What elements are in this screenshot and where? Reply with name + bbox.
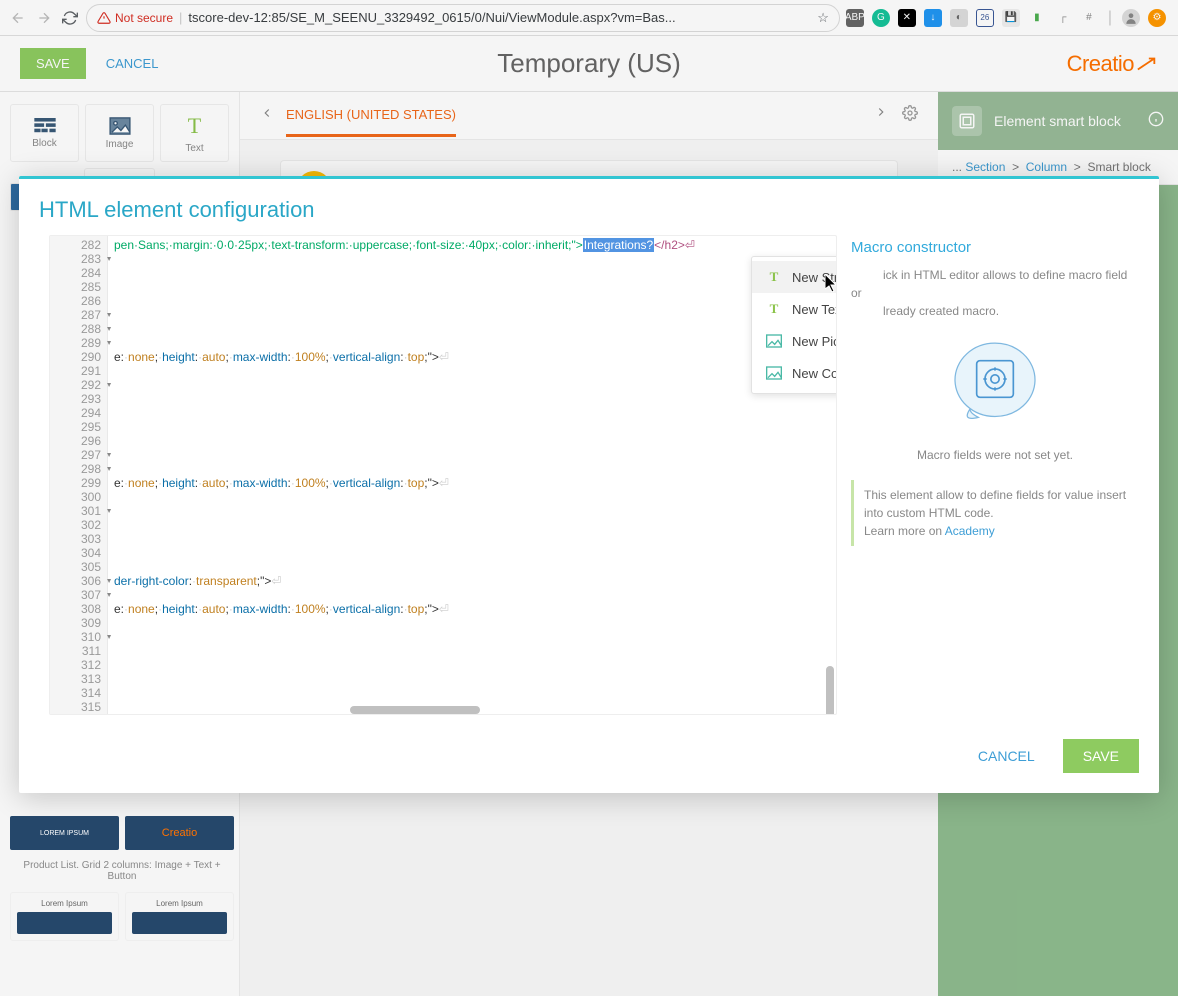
cancel-button[interactable]: CANCEL [106, 56, 159, 71]
macro-empty-text: Macro fields were not set yet. [851, 448, 1139, 462]
ctx-new-picture[interactable]: New Picture [752, 325, 837, 357]
security-warning-text: Not secure [115, 11, 173, 25]
language-tab[interactable]: ENGLISH (UNITED STATES) [286, 107, 456, 137]
ext-download-icon[interactable]: ↓ [924, 9, 942, 27]
text-t-icon: T [766, 269, 782, 285]
address-bar[interactable]: Not secure | tscore-dev-12:85/SE_M_SEENU… [86, 4, 840, 32]
extension-icons: ABP G ✕ ↓ ◐ 26 💾 ▮ ┌ # | ⚙ [846, 9, 1170, 27]
ext-calendar-icon[interactable]: 26 [976, 9, 994, 27]
palette-text[interactable]: T Text [160, 104, 229, 162]
template-thumbnails: LOREM IPSUM Creatio Product List. Grid 2… [10, 816, 234, 941]
picture-icon [766, 333, 782, 349]
ctx-new-color[interactable]: New Color [752, 357, 837, 389]
ext-save-icon[interactable]: 💾 [1002, 9, 1020, 27]
modal-save-button[interactable]: SAVE [1063, 739, 1139, 773]
modal-title: HTML element configuration [19, 179, 1159, 235]
macro-description: XXXXick in HTML editor allows to define … [851, 266, 1139, 320]
ext-adblock-icon[interactable]: ABP [846, 9, 864, 27]
html-config-modal: HTML element configuration 2822832842852… [19, 176, 1159, 793]
thumb-card-2[interactable]: Lorem Ipsum [125, 892, 234, 941]
breadcrumb-section[interactable]: Section [965, 160, 1005, 174]
nav-forward-icon[interactable] [34, 8, 54, 28]
ext-grid-icon[interactable]: # [1080, 9, 1098, 27]
ext-grammarly-icon[interactable]: G [872, 9, 890, 27]
ctx-new-text[interactable]: T New Text [752, 293, 837, 325]
code-content[interactable]: pen·Sans;·margin:·0·0·25px;·text-transfo… [108, 236, 836, 714]
macro-panel: Macro constructor XXXXick in HTML editor… [849, 235, 1149, 715]
smartblock-icon [952, 106, 982, 136]
macro-title: Macro constructor [851, 239, 1139, 256]
ext-green-icon[interactable]: ▮ [1028, 9, 1046, 27]
palette-image[interactable]: Image [85, 104, 154, 162]
url-text: tscore-dev-12:85/SE_M_SEENU_3329492_0615… [188, 10, 675, 25]
security-warning-icon: Not secure [97, 11, 173, 25]
palette-block[interactable]: Block [10, 104, 79, 162]
text-t-icon: T [766, 301, 782, 317]
thumb-card-1[interactable]: Lorem Ipsum [10, 892, 119, 941]
modal-cancel-button[interactable]: CANCEL [964, 739, 1049, 773]
save-button[interactable]: SAVE [20, 48, 86, 79]
info-icon[interactable] [1148, 111, 1164, 132]
ext-ruler-icon[interactable]: ┌ [1054, 9, 1072, 27]
page-title: Temporary (US) [497, 48, 680, 79]
ext-gray-icon[interactable]: ◐ [950, 9, 968, 27]
code-editor[interactable]: 2822832842852862872882892902912922932942… [49, 235, 837, 715]
nav-back-icon[interactable] [8, 8, 28, 28]
thumb-lorem[interactable]: LOREM IPSUM [10, 816, 119, 850]
gear-icon[interactable] [902, 105, 918, 126]
chevron-right-icon[interactable] [874, 105, 888, 126]
academy-link[interactable]: Academy [945, 524, 995, 538]
ext-orange-icon[interactable]: ⚙ [1148, 9, 1166, 27]
color-icon [766, 365, 782, 381]
breadcrumb-column[interactable]: Column [1026, 160, 1067, 174]
code-gutter: 2822832842852862872882892902912922932942… [50, 236, 108, 714]
creatio-logo: Creatio [1067, 51, 1158, 77]
nav-reload-icon[interactable] [60, 8, 80, 28]
ctx-new-string[interactable]: T New String [752, 261, 837, 293]
avatar-icon[interactable] [1122, 9, 1140, 27]
app-header: SAVE CANCEL Temporary (US) Creatio [0, 36, 1178, 92]
language-bar: ENGLISH (UNITED STATES) [240, 92, 938, 140]
chevron-left-icon[interactable] [260, 106, 274, 125]
thumb-caption: Product List. Grid 2 columns: Image + Te… [10, 856, 234, 892]
macro-info-box: This element allow to define fields for … [851, 480, 1139, 546]
vertical-scrollbar[interactable] [826, 666, 834, 715]
modal-footer: CANCEL SAVE [19, 725, 1159, 793]
browser-toolbar: Not secure | tscore-dev-12:85/SE_M_SEENU… [0, 0, 1178, 36]
smartblock-header: Element smart block [938, 92, 1178, 150]
macro-context-menu: T New String T New Text New Picture [751, 256, 837, 394]
thumb-creatio[interactable]: Creatio [125, 816, 234, 850]
ext-black-icon[interactable]: ✕ [898, 9, 916, 27]
smartblock-title: Element smart block [994, 113, 1121, 129]
breadcrumb-current: Smart block [1087, 160, 1150, 174]
horizontal-scrollbar[interactable] [350, 706, 480, 714]
macro-illustration [851, 334, 1139, 434]
